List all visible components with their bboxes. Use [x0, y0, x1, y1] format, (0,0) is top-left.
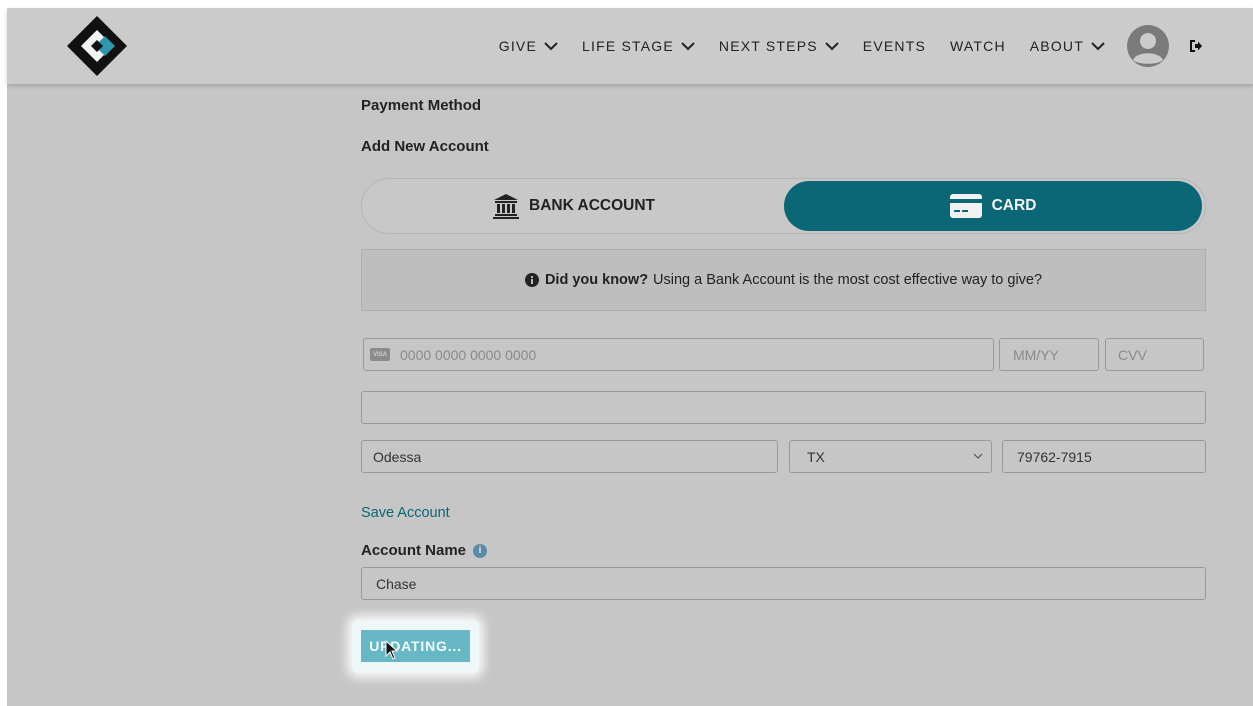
nav-watch[interactable]: WATCH	[950, 38, 1006, 54]
user-avatar-icon[interactable]	[1127, 25, 1169, 67]
info-icon	[524, 273, 539, 287]
chevron-down-icon	[681, 42, 695, 51]
chevron-down-icon	[825, 42, 839, 51]
notice-text: Using a Bank Account is the most cost ef…	[653, 272, 1043, 288]
city-input[interactable]: Odessa	[361, 440, 778, 473]
bank-tip-notice: Did you know? Using a Bank Account is th…	[361, 249, 1206, 311]
visa-card-icon: VISA	[370, 348, 390, 361]
card-option[interactable]: CARD	[784, 181, 1202, 231]
logout-icon[interactable]	[1189, 39, 1203, 53]
expiry-input[interactable]: MM/YY	[999, 338, 1099, 371]
add-new-account-heading: Add New Account	[361, 138, 489, 155]
address-input[interactable]	[361, 391, 1206, 424]
nav-next-steps[interactable]: NEXT STEPS	[719, 38, 839, 54]
main-nav: GIVE LIFE STAGE NEXT STEPS EVENTS WATCH …	[475, 8, 1203, 84]
nav-give[interactable]: GIVE	[499, 38, 558, 54]
mouse-cursor-icon	[385, 640, 399, 660]
info-icon[interactable]: i	[473, 543, 488, 558]
card-number-input[interactable]: VISA 0000 0000 0000 0000	[363, 338, 994, 371]
notice-bold: Did you know?	[544, 272, 649, 288]
account-name-label: Account Name i	[361, 542, 488, 559]
page: GIVE LIFE STAGE NEXT STEPS EVENTS WATCH …	[7, 8, 1253, 706]
save-account-link[interactable]: Save Account	[361, 505, 450, 521]
site-logo[interactable]	[65, 14, 129, 78]
chevron-down-icon	[544, 42, 558, 51]
chevron-down-icon	[1091, 42, 1105, 51]
bank-account-option[interactable]: BANK ACCOUNT	[362, 179, 786, 233]
bank-icon	[493, 194, 519, 219]
payment-type-toggle: BANK ACCOUNT CARD	[361, 178, 1206, 234]
submit-button[interactable]: UPDATING...	[361, 630, 470, 662]
zip-input[interactable]: 79762-7915	[1002, 440, 1206, 473]
nav-about[interactable]: ABOUT	[1030, 38, 1105, 54]
credit-card-icon	[949, 194, 982, 218]
chevron-down-icon	[973, 453, 983, 459]
account-name-input[interactable]: Chase	[361, 567, 1206, 600]
nav-events[interactable]: EVENTS	[863, 38, 926, 54]
state-select[interactable]: TX	[789, 440, 992, 473]
header: GIVE LIFE STAGE NEXT STEPS EVENTS WATCH …	[7, 8, 1253, 84]
cvv-input[interactable]: CVV	[1105, 338, 1204, 371]
payment-method-heading: Payment Method	[361, 97, 482, 114]
nav-life-stage[interactable]: LIFE STAGE	[582, 38, 695, 54]
